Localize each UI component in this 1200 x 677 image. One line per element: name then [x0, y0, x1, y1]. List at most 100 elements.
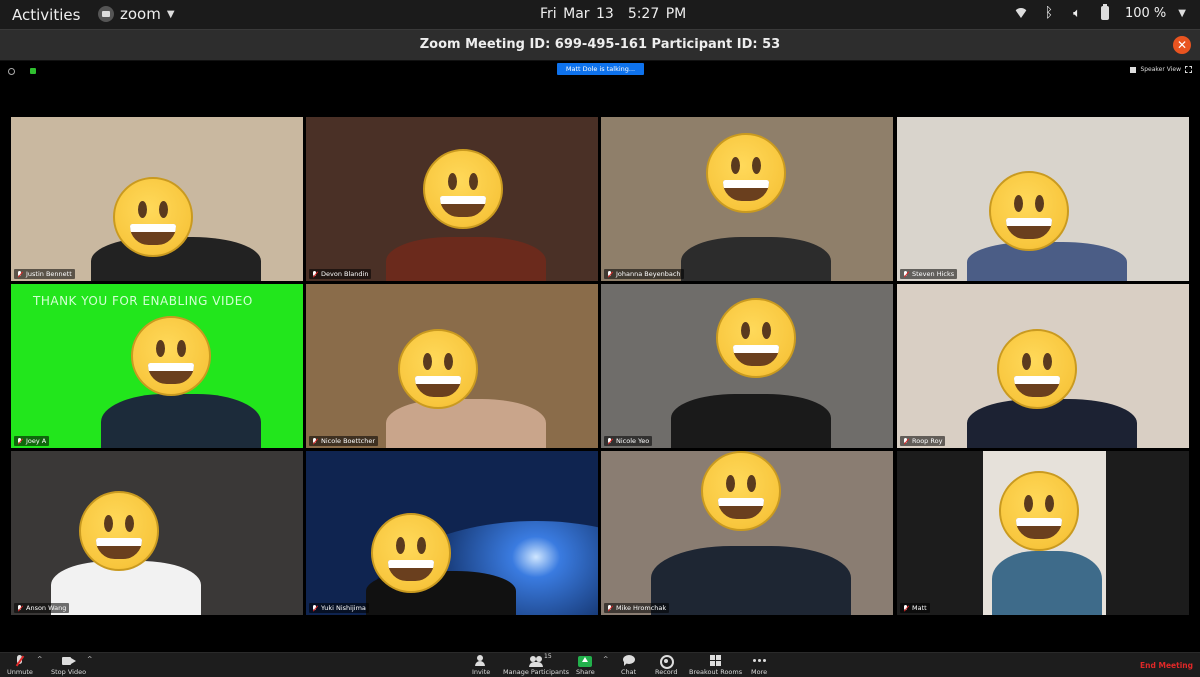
participant-body: [651, 546, 851, 615]
activities-button[interactable]: Activities: [12, 6, 80, 24]
window-title-bar: Zoom Meeting ID: 699-495-161 Participant…: [0, 29, 1200, 61]
unmute-button[interactable]: Unmute: [7, 655, 33, 676]
more-button[interactable]: More: [751, 655, 767, 676]
participant-name-tag: Yuki Nishijima: [309, 603, 369, 613]
share-label: Share: [576, 668, 595, 676]
encryption-lock-icon[interactable]: [30, 68, 36, 74]
video-tile[interactable]: Nicole Boettcher: [306, 284, 598, 448]
video-tile[interactable]: Nicole Yeo: [601, 284, 893, 448]
chevron-down-icon: ▼: [1178, 7, 1186, 19]
microphone-muted-icon: [17, 437, 23, 445]
breakout-rooms-button[interactable]: Breakout Rooms: [689, 655, 742, 676]
chevron-down-icon: ▼: [166, 8, 175, 20]
chat-icon: [622, 655, 636, 667]
fullscreen-icon[interactable]: [1185, 66, 1192, 73]
participant-name: Yuki Nishijima: [321, 604, 366, 612]
participant-name: Mike Hromchak: [616, 604, 667, 612]
battery-icon: [1097, 4, 1113, 21]
breakout-rooms-label: Breakout Rooms: [689, 668, 743, 676]
record-button[interactable]: Record: [655, 655, 677, 676]
participant-name-tag: Anson Wang: [14, 603, 70, 613]
participant-name: Roop Roy: [912, 437, 943, 445]
participant-body: [967, 242, 1127, 281]
speaker-view-button[interactable]: Speaker View: [1130, 66, 1192, 73]
breakout-rooms-icon: [709, 655, 723, 667]
end-meeting-button[interactable]: End Meeting: [1140, 661, 1193, 670]
share-options-chevron[interactable]: ^: [603, 655, 608, 663]
manage-participants-button[interactable]: 15 Manage Participants: [503, 653, 570, 676]
participant-body: [101, 394, 261, 448]
desktop: Activities zoom ▼ Fri Mar 13 5:27 PM ᛒ 🔈︎…: [0, 0, 1200, 677]
participant-name: Anson Wang: [26, 604, 67, 612]
participant-name-tag: Johanna Beyenbach: [604, 269, 684, 279]
participant-name-tag: Matt: [900, 603, 930, 613]
clock[interactable]: Fri Mar 13 5:27 PM: [540, 6, 686, 22]
video-tile[interactable]: Roop Roy: [897, 284, 1189, 448]
battery-level: 100 %: [1124, 5, 1167, 21]
share-button[interactable]: Share: [576, 655, 595, 676]
invite-button[interactable]: Invite: [472, 655, 490, 676]
invite-label: Invite: [472, 668, 491, 676]
participant-name-tag: Mike Hromchak: [604, 603, 670, 613]
participant-count: 15: [544, 653, 552, 660]
chat-label: Chat: [621, 668, 637, 676]
share-screen-icon: [578, 655, 593, 667]
participant-name: Nicole Boettcher: [321, 437, 375, 445]
participant-name-tag: Roop Roy: [900, 436, 946, 446]
video-tile[interactable]: Anson Wang: [11, 451, 303, 615]
video-options-chevron[interactable]: ^: [87, 655, 92, 663]
system-tray[interactable]: ᛒ 🔈︎ 100 % ▼: [1013, 4, 1186, 21]
participant-body: [386, 399, 546, 448]
close-window-button[interactable]: ✕: [1173, 36, 1191, 54]
microphone-muted-icon: [903, 437, 909, 445]
participant-name-tag: Nicole Yeo: [604, 436, 653, 446]
volume-icon: 🔈︎: [1073, 5, 1081, 21]
video-tile[interactable]: Steven Hicks: [897, 117, 1189, 281]
bluetooth-icon: ᛒ: [1044, 5, 1054, 21]
manage-participants-label: Manage Participants: [503, 668, 570, 676]
smiley-face-icon: [79, 491, 159, 571]
system-top-bar: Activities zoom ▼ Fri Mar 13 5:27 PM ᛒ 🔈︎…: [0, 0, 1200, 29]
microphone-muted-icon: [903, 604, 909, 612]
record-icon: [659, 655, 675, 669]
participant-name: Matt: [912, 604, 927, 612]
video-tile[interactable]: Mike Hromchak: [601, 451, 893, 615]
microphone-muted-icon: [17, 270, 23, 278]
participants-icon: 15: [529, 653, 552, 667]
video-tile[interactable]: THANK YOU FOR ENABLING VIDEO Joey A: [11, 284, 303, 448]
microphone-muted-icon: [312, 270, 318, 278]
app-menu[interactable]: zoom ▼: [98, 5, 175, 23]
smiley-face-icon: [113, 177, 193, 257]
video-tile[interactable]: Justin Bennett: [11, 117, 303, 281]
microphone-muted-icon: [312, 437, 318, 445]
chat-button[interactable]: Chat: [621, 655, 636, 676]
speaker-view-icon: [1130, 66, 1137, 73]
microphone-muted-icon: [17, 604, 23, 612]
microphone-muted-icon: [607, 437, 613, 445]
invite-icon: [474, 655, 488, 667]
smiley-face-icon: [997, 329, 1077, 409]
video-tile[interactable]: Devon Blandin: [306, 117, 598, 281]
participant-name: Steven Hicks: [912, 270, 955, 278]
video-tile[interactable]: Matt: [897, 451, 1189, 615]
video-tile[interactable]: Yuki Nishijima: [306, 451, 598, 615]
smiley-face-icon: [701, 451, 781, 531]
record-label: Record: [655, 668, 678, 676]
meeting-toolbar: Unmute ^ Stop Video ^ Invite 15 Manage P…: [0, 652, 1200, 677]
participant-body: [681, 237, 831, 281]
microphone-muted-icon: [607, 270, 613, 278]
participant-name-tag: Devon Blandin: [309, 269, 372, 279]
wifi-icon: [1013, 5, 1029, 21]
smiley-face-icon: [716, 298, 796, 378]
stop-video-button[interactable]: Stop Video: [51, 655, 86, 676]
time: 5:27 PM: [627, 6, 687, 22]
virtual-background-text: THANK YOU FOR ENABLING VIDEO: [33, 294, 253, 308]
participant-name: Nicole Yeo: [616, 437, 650, 445]
video-tile[interactable]: Johanna Beyenbach: [601, 117, 893, 281]
zoom-app-icon: [98, 6, 114, 22]
smiley-face-icon: [989, 171, 1069, 251]
participant-body: [386, 237, 546, 281]
participant-name: Johanna Beyenbach: [616, 270, 681, 278]
meeting-info-icon[interactable]: [8, 68, 15, 75]
audio-options-chevron[interactable]: ^: [37, 655, 42, 663]
